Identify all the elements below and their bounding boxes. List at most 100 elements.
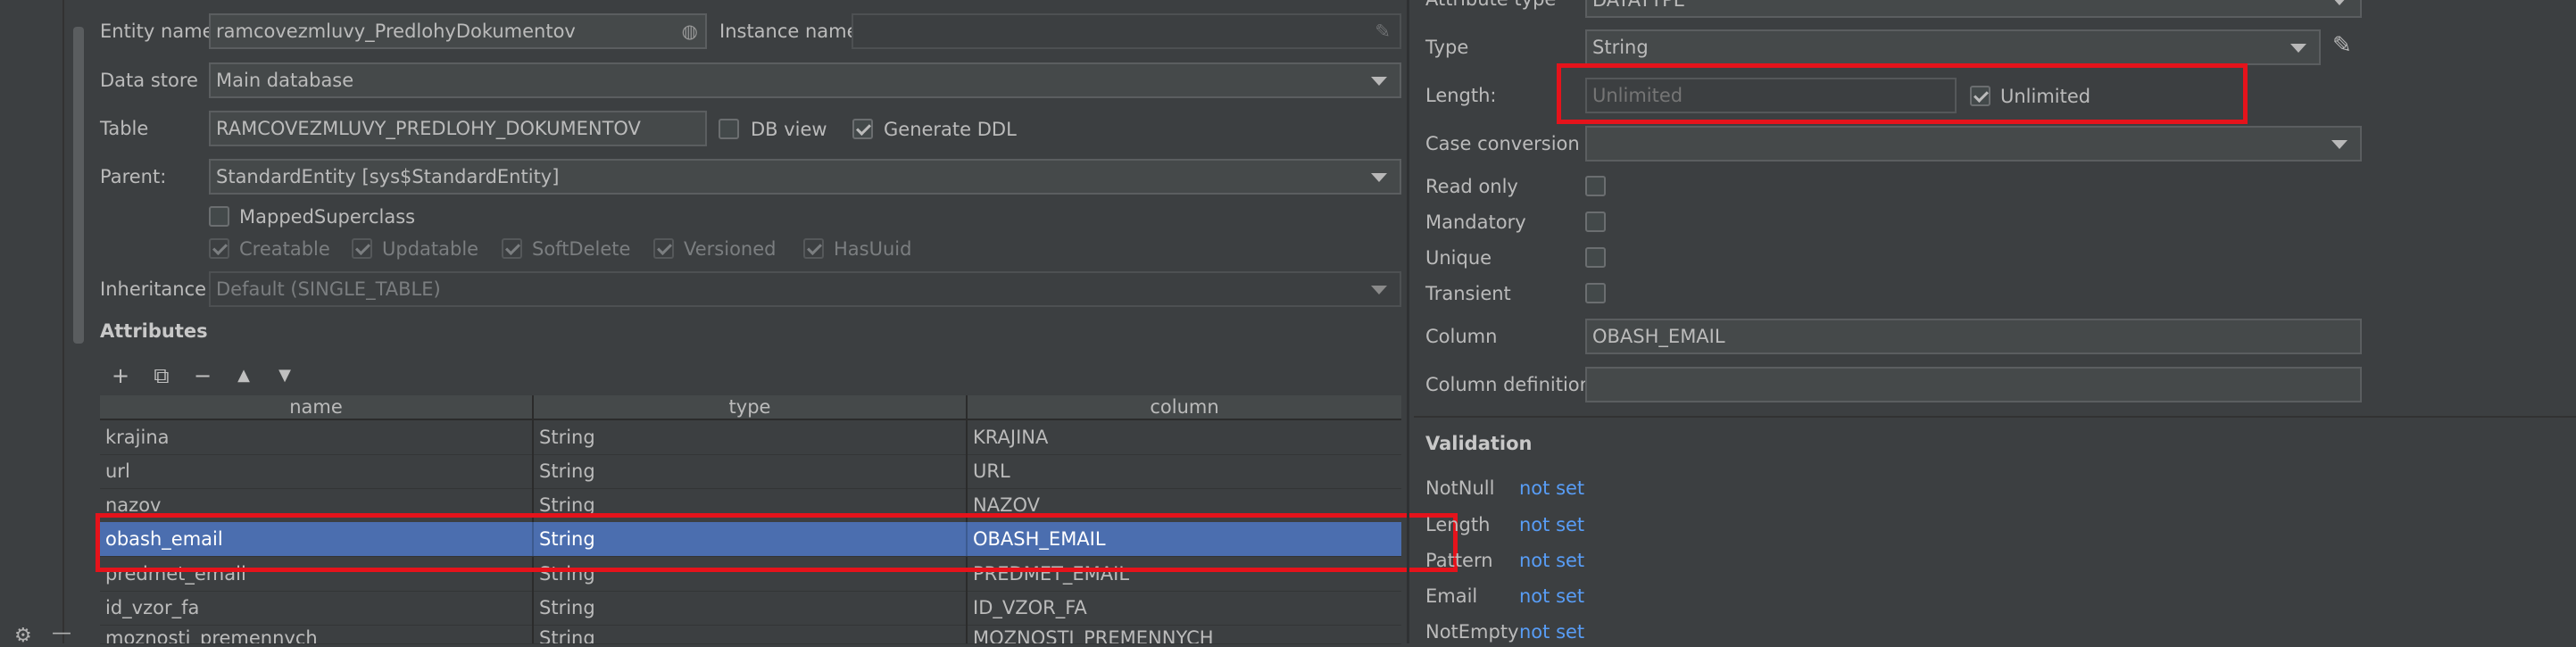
inheritance-value: Default (SINGLE_TABLE) bbox=[216, 278, 441, 300]
updatable-label: Updatable bbox=[382, 238, 479, 260]
generate-ddl-checkbox[interactable] bbox=[852, 119, 873, 139]
selected-row-highlight bbox=[96, 513, 1458, 572]
cell-column: URL bbox=[973, 460, 1010, 482]
move-up-icon[interactable]: ▲ bbox=[230, 364, 257, 387]
gear-icon[interactable]: ⚙ bbox=[14, 625, 32, 647]
data-store-select[interactable]: Main database bbox=[209, 62, 1401, 98]
validation-email-label: Email bbox=[1425, 585, 1478, 607]
pencil-icon[interactable]: ✎ bbox=[1375, 15, 1391, 47]
parent-select[interactable]: StandardEntity [sys$StandardEntity] bbox=[209, 159, 1401, 195]
entity-name-label: Entity name bbox=[100, 21, 214, 42]
instance-name-label: Instance name bbox=[719, 21, 859, 42]
table-row[interactable]: krajina String KRAJINA bbox=[100, 420, 1401, 455]
header-column[interactable]: column bbox=[968, 395, 1401, 419]
parent-label: Parent: bbox=[100, 166, 167, 187]
validation-length-label: Length bbox=[1425, 514, 1491, 535]
creatable-label: Creatable bbox=[239, 238, 330, 260]
cell-type: String bbox=[534, 420, 968, 454]
data-store-value: Main database bbox=[216, 70, 354, 91]
validation-length-link[interactable]: not set bbox=[1519, 513, 1584, 536]
inheritance-label: Inheritance bbox=[100, 278, 207, 300]
mapped-superclass-label: MappedSuperclass bbox=[239, 206, 416, 228]
validation-notempty-link[interactable]: not set bbox=[1519, 620, 1584, 643]
read-only-label: Read only bbox=[1425, 176, 1518, 197]
unique-label: Unique bbox=[1425, 247, 1492, 269]
validation-notnull-label: NotNull bbox=[1425, 477, 1495, 499]
vertical-scrollbar-thumb[interactable] bbox=[73, 27, 84, 344]
table-input[interactable]: RAMCOVEZMLUVY_PREDLOHY_DOKUMENTOV bbox=[209, 111, 707, 146]
attribute-type-label: Attribute type bbox=[1425, 0, 1556, 11]
validation-pattern-link[interactable]: not set bbox=[1519, 549, 1584, 572]
edit-type-pencil-icon[interactable]: ✎ bbox=[2332, 32, 2352, 59]
minimize-icon[interactable]: — bbox=[52, 622, 71, 644]
hasuuid-label: HasUuid bbox=[834, 238, 912, 260]
cell-type: String bbox=[534, 454, 968, 488]
validation-title: Validation bbox=[1425, 433, 1533, 454]
cell-type: String bbox=[534, 591, 968, 625]
table-row[interactable]: moznosti_premennych String MOZNOSTI_PREM… bbox=[100, 625, 1401, 644]
read-only-checkbox[interactable] bbox=[1585, 176, 1606, 196]
validation-pattern-label: Pattern bbox=[1425, 550, 1493, 571]
case-conversion-label: Case conversion bbox=[1425, 133, 1580, 154]
header-type[interactable]: type bbox=[534, 395, 968, 419]
softdelete-label: SoftDelete bbox=[532, 238, 631, 260]
globe-icon[interactable]: ◍ bbox=[682, 15, 698, 47]
attribute-type-value: DATATYPE bbox=[1592, 0, 1686, 11]
cell-name: krajina bbox=[100, 420, 534, 454]
type-label: Type bbox=[1425, 37, 1469, 58]
panel-splitter[interactable] bbox=[1407, 0, 1409, 643]
column-label: Column bbox=[1425, 326, 1498, 347]
table-row[interactable]: id_vzor_fa String ID_VZOR_FA bbox=[100, 591, 1401, 626]
remove-attribute-icon[interactable]: − bbox=[189, 364, 216, 387]
table-label: Table bbox=[100, 118, 149, 139]
entity-name-input[interactable]: ramcovezmluvy_PredlohyDokumentov ◍ bbox=[209, 13, 707, 49]
column-definition-input[interactable] bbox=[1585, 367, 2362, 402]
header-name[interactable]: name bbox=[100, 395, 534, 419]
mandatory-checkbox[interactable] bbox=[1585, 212, 1606, 232]
mapped-superclass-checkbox[interactable] bbox=[209, 206, 229, 227]
instance-name-input[interactable]: ✎ bbox=[852, 13, 1401, 49]
case-conversion-select[interactable] bbox=[1585, 126, 2362, 162]
db-view-label: DB view bbox=[751, 119, 827, 140]
cell-column: KRAJINA bbox=[973, 427, 1049, 448]
table-row[interactable]: url String URL bbox=[100, 454, 1401, 489]
validation-email-link[interactable]: not set bbox=[1519, 585, 1584, 608]
mandatory-label: Mandatory bbox=[1425, 212, 1526, 233]
type-select[interactable]: String bbox=[1585, 29, 2321, 65]
length-highlight bbox=[1557, 63, 2248, 124]
cell-column: ID_VZOR_FA bbox=[973, 597, 1087, 618]
attributes-table-header: name type column bbox=[100, 395, 1401, 420]
copy-attribute-icon[interactable]: ⧉ bbox=[148, 364, 175, 387]
table-value: RAMCOVEZMLUVY_PREDLOHY_DOKUMENTOV bbox=[216, 118, 641, 139]
validation-divider bbox=[1414, 416, 2576, 418]
column-input[interactable]: OBASH_EMAIL bbox=[1585, 319, 2362, 354]
creatable-checkbox[interactable] bbox=[209, 238, 229, 259]
data-store-label: Data store bbox=[100, 70, 198, 91]
left-gutter bbox=[0, 0, 64, 643]
hasuuid-checkbox[interactable] bbox=[803, 238, 824, 259]
cell-name: id_vzor_fa bbox=[100, 591, 534, 625]
entity-name-value: ramcovezmluvy_PredlohyDokumentov bbox=[216, 21, 576, 42]
versioned-label: Versioned bbox=[684, 238, 777, 260]
transient-label: Transient bbox=[1425, 283, 1511, 304]
db-view-checkbox[interactable] bbox=[719, 119, 739, 139]
versioned-checkbox[interactable] bbox=[653, 238, 674, 259]
length-label: Length: bbox=[1425, 85, 1497, 106]
validation-notnull-link[interactable]: not set bbox=[1519, 477, 1584, 500]
add-attribute-icon[interactable]: + bbox=[107, 364, 134, 387]
attribute-type-select[interactable]: DATATYPE bbox=[1585, 0, 2362, 18]
move-down-icon[interactable]: ▼ bbox=[271, 364, 298, 387]
cell-name: url bbox=[100, 454, 534, 488]
transient-checkbox[interactable] bbox=[1585, 283, 1606, 303]
cell-name: moznosti_premennych bbox=[100, 625, 534, 643]
column-value: OBASH_EMAIL bbox=[1592, 326, 1725, 347]
generate-ddl-label: Generate DDL bbox=[884, 119, 1017, 140]
column-definition-label: Column definition bbox=[1425, 374, 1591, 395]
type-value: String bbox=[1592, 37, 1649, 58]
updatable-checkbox[interactable] bbox=[352, 238, 372, 259]
inheritance-select[interactable]: Default (SINGLE_TABLE) bbox=[209, 271, 1401, 307]
cell-type: String bbox=[534, 625, 968, 643]
validation-notempty-label: NotEmpty bbox=[1425, 621, 1519, 643]
softdelete-checkbox[interactable] bbox=[502, 238, 522, 259]
unique-checkbox[interactable] bbox=[1585, 247, 1606, 268]
